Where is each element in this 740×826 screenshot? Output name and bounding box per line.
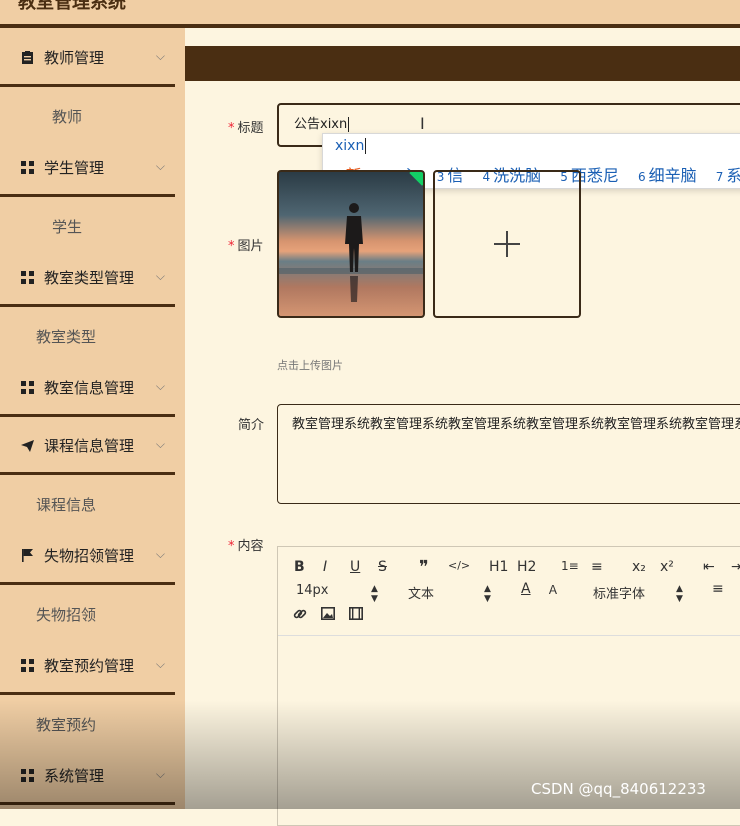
flag-icon — [20, 549, 34, 563]
watermark: CSDN @qq_840612233 — [531, 780, 706, 798]
sidebar: 教师管理 ⌵ 教师 学生管理 ⌵ 学生 教室类型管理 ⌵ 教室类型 教室信息管理… — [0, 28, 185, 809]
chevron-down-icon: ⌵ — [155, 269, 165, 283]
grid-icon — [20, 161, 34, 175]
content-header-bar — [185, 46, 740, 81]
sidebar-item-label: 学生管理 — [44, 159, 105, 177]
sidebar-item-label: 课程信息 — [36, 495, 97, 514]
top-header: 教室管理系统 — [0, 0, 740, 28]
editor-toolbar: B I U S ❞ </> H1 H2 1≡ ≡ x₂ x² ⇤ ⇥ 14px … — [278, 547, 740, 636]
sidebar-item-label: 失物招领 — [36, 605, 97, 624]
sidebar-item-label: 教师管理 — [44, 49, 105, 67]
font-color-icon[interactable]: A — [521, 581, 531, 597]
font-family-select[interactable]: 标准字体 — [593, 583, 645, 602]
ime-composition: xixn — [335, 138, 367, 154]
sidebar-item-student[interactable]: 学生 — [0, 200, 227, 252]
italic-button[interactable]: I — [323, 559, 327, 575]
plus-icon — [494, 231, 520, 257]
sidebar-item-classroom-info-manage[interactable]: 教室信息管理 ⌵ — [0, 361, 175, 417]
code-block-button[interactable]: </> — [448, 559, 470, 572]
sidebar-item-label: 教室信息管理 — [44, 379, 135, 397]
sidebar-item-label: 失物招领管理 — [44, 547, 135, 565]
sidebar-item-student-manage[interactable]: 学生管理 ⌵ — [0, 141, 175, 197]
outdent-button[interactable]: ⇤ — [703, 559, 715, 575]
ordered-list-button[interactable]: 1≡ — [561, 559, 579, 573]
bold-button[interactable]: B — [294, 559, 305, 575]
title-label: * 标题 — [228, 121, 264, 136]
select-arrows-icon: ▲ ▼ — [484, 584, 491, 604]
grid-icon — [20, 769, 34, 783]
sidebar-item-label: 教室类型 — [36, 327, 97, 346]
sidebar-item-classroom-type-manage[interactable]: 教室类型管理 ⌵ — [0, 251, 175, 307]
chevron-down-icon: ⌵ — [155, 767, 165, 781]
clipboard-icon — [20, 51, 34, 65]
chevron-down-icon: ⌵ — [155, 657, 165, 671]
strike-button[interactable]: S — [378, 559, 387, 575]
sidebar-item-classroom-type[interactable]: 教室类型 — [0, 310, 211, 362]
font-size-select[interactable]: 14px — [296, 583, 329, 598]
chevron-down-icon: ⌵ — [155, 379, 165, 393]
text-cursor-icon: I — [420, 114, 425, 133]
image-icon[interactable] — [321, 607, 335, 624]
background-color-icon[interactable]: Ａ — [547, 581, 559, 598]
ime-candidate[interactable]: 7系 — [716, 166, 740, 185]
superscript-button[interactable]: x² — [660, 559, 674, 575]
sidebar-item-label: 系统管理 — [44, 767, 105, 785]
sidebar-item-lost-found[interactable]: 失物招领 — [0, 588, 211, 640]
sidebar-item-system-manage[interactable]: 系统管理 ⌵ — [0, 749, 175, 805]
video-icon[interactable] — [349, 607, 363, 624]
sidebar-item-teacher-manage[interactable]: 教师管理 ⌵ — [0, 31, 175, 87]
sidebar-item-label: 教师 — [52, 107, 83, 126]
blockquote-button[interactable]: ❞ — [419, 557, 429, 578]
sidebar-item-label: 教室预约管理 — [44, 657, 135, 675]
sidebar-item-label: 教室预约 — [36, 715, 97, 734]
app-title: 教室管理系统 — [18, 0, 126, 13]
align-icon[interactable]: ≡ — [712, 581, 724, 597]
sidebar-item-reservation-manage[interactable]: 教室预约管理 ⌵ — [0, 639, 175, 695]
intro-label: 简介 — [238, 418, 265, 433]
intro-textarea[interactable]: 教室管理系统教室管理系统教室管理系统教室管理系统教室管理系统教室管理系统教室 — [277, 404, 740, 504]
indent-button[interactable]: ⇥ — [731, 559, 740, 575]
sidebar-item-course[interactable]: 课程信息 — [0, 478, 211, 530]
bullet-list-button[interactable]: ≡ — [591, 559, 603, 575]
select-arrows-icon: ▲ ▼ — [676, 584, 683, 604]
chevron-down-icon: ⌵ — [155, 437, 165, 451]
h1-button[interactable]: H1 — [489, 559, 508, 575]
grid-icon — [20, 271, 34, 285]
chevron-down-icon: ⌵ — [155, 159, 165, 173]
ime-candidate[interactable]: 6 细辛脑 — [638, 166, 697, 185]
sidebar-item-reservation[interactable]: 教室预约 — [0, 698, 211, 750]
paper-plane-icon — [20, 439, 34, 453]
header-select[interactable]: 文本 — [408, 583, 434, 602]
uploaded-image-thumbnail[interactable] — [277, 170, 425, 318]
content-label: * 内容 — [228, 539, 264, 554]
upload-hint: 点击上传图片 — [277, 359, 343, 372]
h2-button[interactable]: H2 — [517, 559, 536, 575]
sidebar-item-teacher[interactable]: 教师 — [0, 90, 227, 142]
sidebar-item-label: 学生 — [52, 217, 83, 236]
chevron-down-icon: ⌵ — [155, 547, 165, 561]
link-icon[interactable] — [293, 607, 307, 625]
chevron-down-icon: ⌵ — [155, 49, 165, 63]
image-label: * 图片 — [228, 239, 264, 254]
grid-icon — [20, 381, 34, 395]
grid-icon — [20, 659, 34, 673]
underline-button[interactable]: U — [350, 559, 360, 575]
sidebar-item-course-manage[interactable]: 课程信息管理 ⌵ — [0, 419, 175, 475]
sidebar-item-lost-found-manage[interactable]: 失物招领管理 ⌵ — [0, 529, 175, 585]
image-upload-button[interactable] — [433, 170, 581, 318]
subscript-button[interactable]: x₂ — [632, 559, 646, 575]
select-arrows-icon: ▲ ▼ — [371, 584, 378, 604]
sidebar-item-label: 教室类型管理 — [44, 269, 135, 287]
sidebar-item-label: 课程信息管理 — [44, 437, 135, 455]
